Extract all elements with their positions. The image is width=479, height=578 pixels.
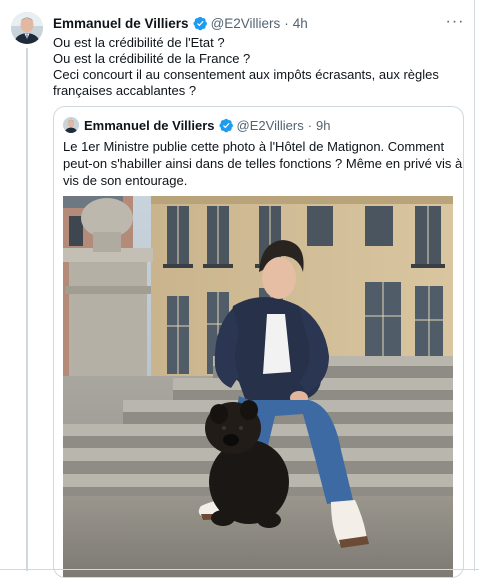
tweet-time[interactable]: 4h	[293, 16, 308, 31]
thread-line	[26, 48, 28, 571]
quoted-text-line: Le 1er Ministre publie cette photo à l'H…	[63, 139, 445, 154]
tweet-text-line: Ou est la crédibilité de la France ?	[53, 51, 251, 66]
quoted-text-line: peut-on s'habiller ainsi dans de telles …	[63, 156, 463, 171]
quoted-author-avatar	[63, 117, 79, 133]
tweet-text: Ou est la crédibilité de l'Etat ? Ou est…	[53, 35, 458, 99]
author-avatar[interactable]	[11, 12, 43, 44]
frame-border-right	[474, 0, 475, 571]
quoted-author-handle: @E2Villiers	[236, 117, 304, 133]
photo-image	[63, 196, 453, 577]
tweet-text-line: françaises accablantes ?	[53, 83, 197, 98]
separator-dot: ·	[307, 117, 313, 133]
author-name[interactable]: Emmanuel de Villiers	[53, 16, 189, 31]
verified-badge-icon	[219, 118, 234, 133]
author-handle[interactable]: @E2Villiers	[211, 16, 281, 31]
frame-border-bottom	[0, 569, 479, 570]
separator-dot: ·	[284, 15, 289, 31]
quoted-tweet-text: Le 1er Ministre publie cette photo à l'H…	[63, 138, 463, 189]
quoted-tweet-time: 9h	[316, 117, 331, 133]
quoted-tweet-photo[interactable]	[63, 196, 453, 577]
verified-badge-icon	[193, 16, 208, 31]
quoted-avatar-image	[63, 117, 79, 133]
quoted-author-name: Emmanuel de Villiers	[84, 117, 215, 133]
quoted-tweet-header: Emmanuel de Villiers @E2Villiers · 9h	[63, 116, 331, 134]
quoted-tweet-card[interactable]: Emmanuel de Villiers @E2Villiers · 9h Le…	[53, 106, 464, 578]
tweet-header: Emmanuel de Villiers @E2Villiers · 4h	[53, 13, 463, 33]
quoted-text-line: vis de son entourage.	[63, 173, 188, 188]
avatar-image	[11, 12, 43, 44]
tweet-text-line: Ceci concourt il au consentement aux imp…	[53, 67, 439, 82]
more-options-icon[interactable]: ···	[444, 12, 466, 32]
tweet-text-line: Ou est la crédibilité de l'Etat ?	[53, 35, 225, 50]
